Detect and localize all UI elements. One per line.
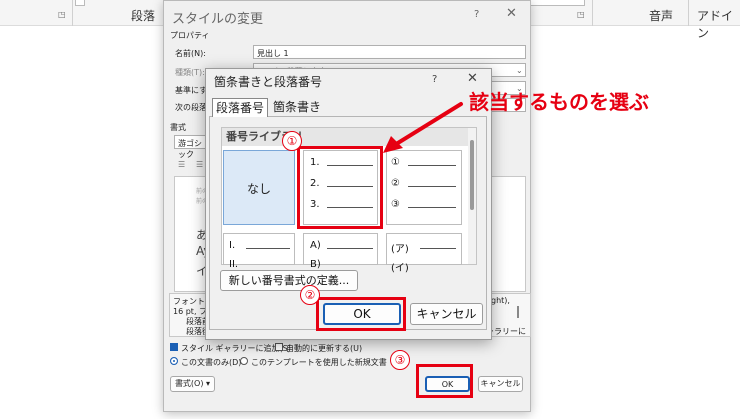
none-label: なし — [247, 182, 272, 196]
number-label: A) — [310, 240, 321, 251]
this-document-radio[interactable] — [170, 357, 178, 365]
number-line — [420, 248, 456, 249]
description-text: ght), — [491, 296, 510, 305]
font-select[interactable]: 游ゴシック — [174, 135, 206, 159]
arrow-icon — [383, 102, 463, 153]
description-scrollbar[interactable] — [517, 306, 519, 318]
highlight-box-step1 — [297, 146, 383, 229]
close-icon[interactable]: ✕ — [467, 71, 478, 86]
align-center-icon[interactable]: ☰ — [196, 160, 203, 169]
define-new-format-button[interactable]: 新しい番号書式の定義... — [220, 270, 358, 291]
name-field[interactable]: 見出し 1 — [253, 45, 526, 59]
number-label: ② — [391, 178, 400, 189]
number-label: (イ) — [391, 263, 409, 274]
template-radio[interactable] — [240, 357, 248, 365]
addin-group-label: アドイン — [697, 9, 734, 40]
ribbon-separator — [72, 0, 73, 26]
step2-badge: ② — [300, 285, 320, 305]
number-label: II. — [229, 259, 239, 270]
tab-bullets[interactable]: 箇条書き — [270, 98, 324, 117]
callout-text: 該当するものを選ぶ — [469, 90, 649, 114]
properties-section-label: プロパティ — [170, 31, 210, 40]
cancel-button[interactable]: キャンセル — [478, 376, 523, 392]
highlight-box-step2 — [316, 297, 406, 331]
template-label: このテンプレートを使用した新規文書 — [251, 358, 387, 367]
step1-badge: ① — [282, 131, 302, 151]
voice-group-label: 音声 — [649, 9, 674, 23]
this-document-label: この文書のみ(D) — [181, 358, 242, 367]
number-line — [408, 207, 456, 208]
format-section-label: 書式 — [170, 123, 186, 132]
number-line — [246, 248, 290, 249]
auto-update-checkbox[interactable] — [275, 343, 283, 351]
number-line — [408, 165, 456, 166]
number-label: ③ — [391, 199, 400, 210]
name-label: 名前(N): — [175, 49, 206, 58]
highlight-box-step3 — [416, 364, 473, 398]
help-icon[interactable]: ? — [474, 9, 479, 20]
help-icon[interactable]: ? — [432, 74, 437, 85]
number-label: (ア) — [391, 244, 409, 255]
ribbon-separator — [592, 0, 593, 26]
modify-style-title: スタイルの変更 — [172, 12, 264, 27]
ribbon-control[interactable] — [75, 0, 85, 6]
bullets-numbering-title: 箇条書きと段落番号 — [214, 75, 323, 89]
number-label: ① — [391, 157, 400, 168]
auto-update-label: 自動的に更新する(U) — [286, 344, 363, 353]
paragraph-launcher-icon[interactable]: ◳ — [577, 10, 585, 19]
number-label: B) — [310, 259, 321, 270]
type-label: 種類(T): — [175, 68, 205, 77]
format-menu-button[interactable]: 書式(O) ▾ — [170, 376, 215, 392]
step3-badge: ③ — [390, 350, 410, 370]
number-line — [327, 248, 373, 249]
cancel-button[interactable]: キャンセル — [410, 303, 483, 325]
chevron-down-icon: ⌄ — [516, 66, 523, 75]
ribbon-separator — [688, 0, 689, 26]
align-left-icon[interactable]: ☰ — [178, 160, 185, 169]
tab-numbering[interactable]: 段落番号 — [212, 98, 269, 117]
paragraph-group-label: 段落 — [131, 9, 156, 23]
scrollbar-thumb[interactable] — [470, 140, 474, 210]
dialog-launcher-icon[interactable]: ◳ — [58, 10, 66, 19]
add-gallery-checkbox[interactable] — [170, 343, 178, 351]
number-label: I. — [229, 240, 236, 251]
close-icon[interactable]: ✕ — [506, 6, 517, 21]
number-line — [408, 186, 456, 187]
